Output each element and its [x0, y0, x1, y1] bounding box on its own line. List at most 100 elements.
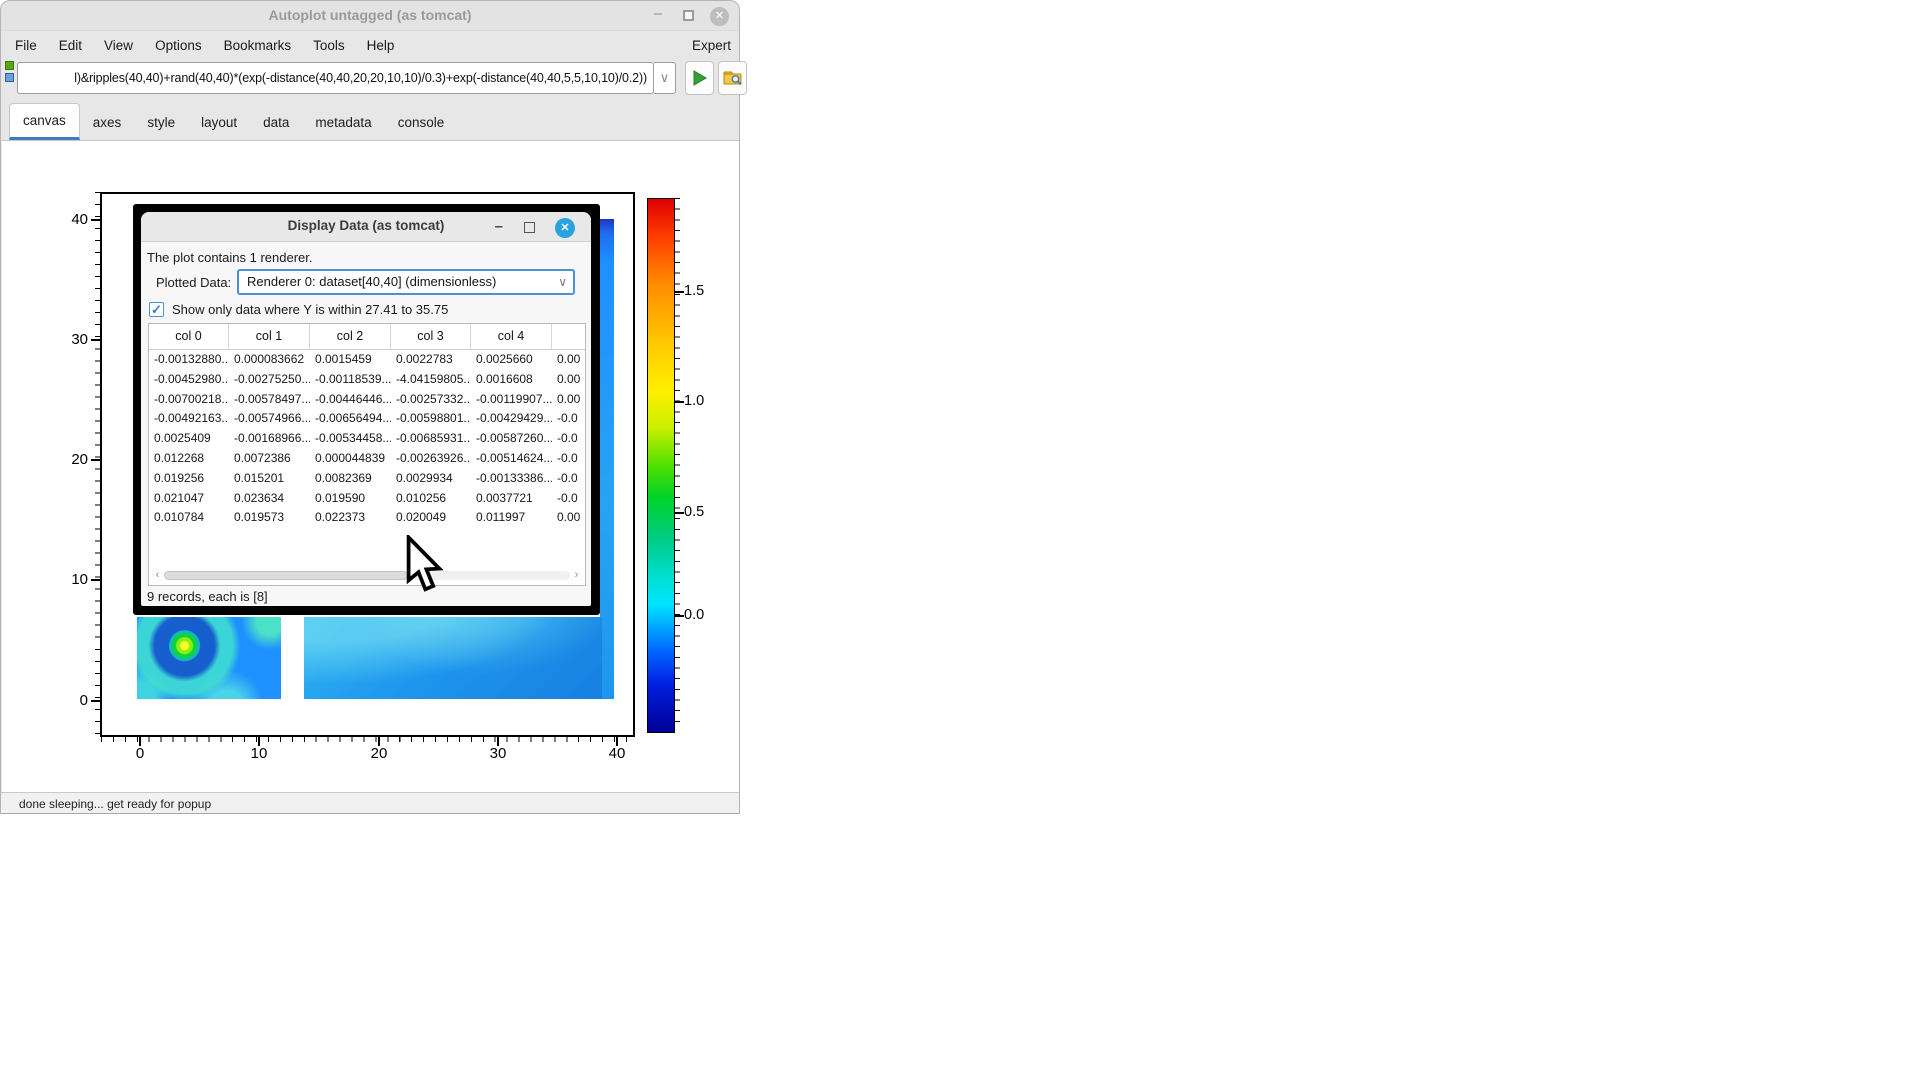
- table-cell: 0.0037721: [471, 489, 552, 509]
- heatmap-right-sliver: [600, 219, 614, 699]
- play-icon: [692, 70, 708, 86]
- expert-menu[interactable]: Expert: [692, 38, 731, 53]
- dialog-titlebar[interactable]: Display Data (as tomcat) – ✕: [141, 212, 591, 242]
- table-cell: 0.00: [552, 370, 585, 390]
- table-cell: -0.00133386...: [471, 469, 552, 489]
- table-cell: 0.010256: [391, 489, 471, 509]
- dialog-close-button[interactable]: ✕: [555, 218, 575, 238]
- tab-axes[interactable]: axes: [80, 106, 135, 140]
- data-source-blue-icon: [5, 73, 14, 82]
- table-cell: -0.00598801...: [391, 409, 471, 429]
- y-tick-label: 20: [56, 451, 88, 468]
- table-row[interactable]: -0.00132880... 0.000083662 0.0015459 0.0…: [149, 350, 585, 370]
- y-major-tick: [91, 459, 101, 461]
- table-row[interactable]: -0.00492163... -0.00574966... -0.0065649…: [149, 409, 585, 429]
- table-cell: 0.000083662: [229, 350, 310, 370]
- colorbar-minor-ticks: [675, 198, 680, 731]
- table-row[interactable]: -0.00700218... -0.00578497... -0.0044644…: [149, 390, 585, 410]
- heatmap-ripple-fragment: [137, 617, 281, 699]
- table-cell: 0.0072386: [229, 449, 310, 469]
- plot-go-button[interactable]: [685, 61, 714, 95]
- window-title: Autoplot untagged (as tomcat): [1, 7, 739, 23]
- menu-tools[interactable]: Tools: [302, 38, 356, 53]
- data-table[interactable]: col 0 col 1 col 2 col 3 col 4 -0.0013288…: [148, 323, 586, 586]
- table-cell: -0.00492163...: [149, 409, 229, 429]
- menu-options[interactable]: Options: [144, 38, 213, 53]
- table-row[interactable]: 0.021047 0.023634 0.019590 0.010256 0.00…: [149, 489, 585, 509]
- x-tick-label: 10: [242, 745, 276, 762]
- colorbar-tick-label: 0.5: [684, 504, 718, 520]
- dialog-minimize-button[interactable]: –: [495, 218, 503, 235]
- colorbar-major-tick: [675, 401, 684, 403]
- uri-dropdown-button[interactable]: ∨: [654, 62, 676, 94]
- y-major-tick: [91, 339, 101, 341]
- table-cell: 0.00: [552, 350, 585, 370]
- window-titlebar[interactable]: Autoplot untagged (as tomcat) – ✕: [1, 1, 739, 31]
- table-row[interactable]: 0.012268 0.0072386 0.000044839 -0.002639…: [149, 449, 585, 469]
- table-cell: -0.0: [552, 489, 585, 509]
- menu-bookmarks[interactable]: Bookmarks: [213, 38, 303, 53]
- plot-canvas[interactable]: 0 10 20 30 40 40 30 20 10 0 1.5 1.0 0.5 …: [2, 140, 739, 792]
- table-row[interactable]: -0.00452980... -0.00275250... -0.0011853…: [149, 370, 585, 390]
- y-tick-label: 30: [56, 331, 88, 348]
- menu-edit[interactable]: Edit: [48, 38, 93, 53]
- window-minimize-button[interactable]: –: [649, 7, 667, 25]
- table-row[interactable]: 0.010784 0.019573 0.022373 0.020049 0.01…: [149, 508, 585, 528]
- table-cell: 0.012268: [149, 449, 229, 469]
- table-cell: -0.00119907...: [471, 390, 552, 410]
- table-cell: 0.00: [552, 508, 585, 528]
- table-cell: 0.019573: [229, 508, 310, 528]
- y-tick-label: 10: [56, 571, 88, 588]
- menu-view[interactable]: View: [93, 38, 144, 53]
- tab-console[interactable]: console: [385, 106, 458, 140]
- folder-search-icon: [723, 70, 743, 86]
- menu-file[interactable]: File: [4, 38, 48, 53]
- dialog-maximize-button[interactable]: [524, 218, 535, 238]
- window-maximize-button[interactable]: [679, 7, 697, 25]
- table-row[interactable]: 0.0025409 -0.00168966... -0.00534458... …: [149, 429, 585, 449]
- table-row[interactable]: 0.019256 0.015201 0.0082369 0.0029934 -0…: [149, 469, 585, 489]
- tab-canvas[interactable]: canvas: [9, 103, 80, 140]
- table-cell: 0.023634: [229, 489, 310, 509]
- scroll-right-arrow[interactable]: ›: [570, 569, 583, 582]
- menu-help[interactable]: Help: [356, 38, 406, 53]
- table-cell: -0.00574966...: [229, 409, 310, 429]
- status-bar: done sleeping... get ready for popup: [1, 792, 739, 814]
- table-cell: -0.00132880...: [149, 350, 229, 370]
- x-tick-label: 20: [362, 745, 396, 762]
- column-header[interactable]: col 1: [229, 324, 310, 349]
- horizontal-scrollbar[interactable]: ‹ ›: [151, 569, 583, 582]
- column-header[interactable]: col 0: [149, 324, 229, 349]
- records-summary: 9 records, each is [8]: [147, 589, 268, 604]
- uri-input[interactable]: l)&ripples(40,40)+rand(40,40)*(exp(-dist…: [17, 62, 654, 94]
- table-cell: -0.00685931...: [391, 429, 471, 449]
- column-header[interactable]: [552, 324, 585, 349]
- table-cell: 0.0025409: [149, 429, 229, 449]
- table-cell: -0.00578497...: [229, 390, 310, 410]
- tab-metadata[interactable]: metadata: [302, 106, 384, 140]
- display-data-dialog: Display Data (as tomcat) – ✕ The plot co…: [133, 204, 600, 615]
- window-close-button[interactable]: ✕: [710, 7, 729, 26]
- column-header[interactable]: col 3: [391, 324, 471, 349]
- tab-layout[interactable]: layout: [188, 106, 250, 140]
- scrollbar-thumb[interactable]: [164, 571, 408, 580]
- filter-checkbox[interactable]: ✓: [149, 302, 164, 317]
- tab-style[interactable]: style: [134, 106, 188, 140]
- column-header[interactable]: col 4: [471, 324, 552, 349]
- tab-data[interactable]: data: [250, 106, 302, 140]
- status-message: done sleeping... get ready for popup: [19, 797, 211, 811]
- table-cell: -0.00168966...: [229, 429, 310, 449]
- column-header[interactable]: col 2: [310, 324, 391, 349]
- main-tab-bar: canvas axes style layout data metadata c…: [1, 100, 739, 140]
- scrollbar-track[interactable]: [164, 571, 570, 580]
- plotted-data-combobox[interactable]: Renderer 0: dataset[40,40] (dimensionles…: [237, 269, 575, 295]
- autoplot-window: Autoplot untagged (as tomcat) – ✕ File E…: [0, 0, 740, 814]
- table-cell: -0.00534458...: [310, 429, 391, 449]
- y-major-tick: [91, 579, 101, 581]
- colorbar-major-tick: [675, 291, 684, 293]
- scroll-left-arrow[interactable]: ‹: [151, 569, 164, 582]
- open-file-button[interactable]: [718, 61, 747, 95]
- heatmap-smooth-fragment: [304, 617, 602, 699]
- table-cell: -0.00118539...: [310, 370, 391, 390]
- table-cell: -0.00275250...: [229, 370, 310, 390]
